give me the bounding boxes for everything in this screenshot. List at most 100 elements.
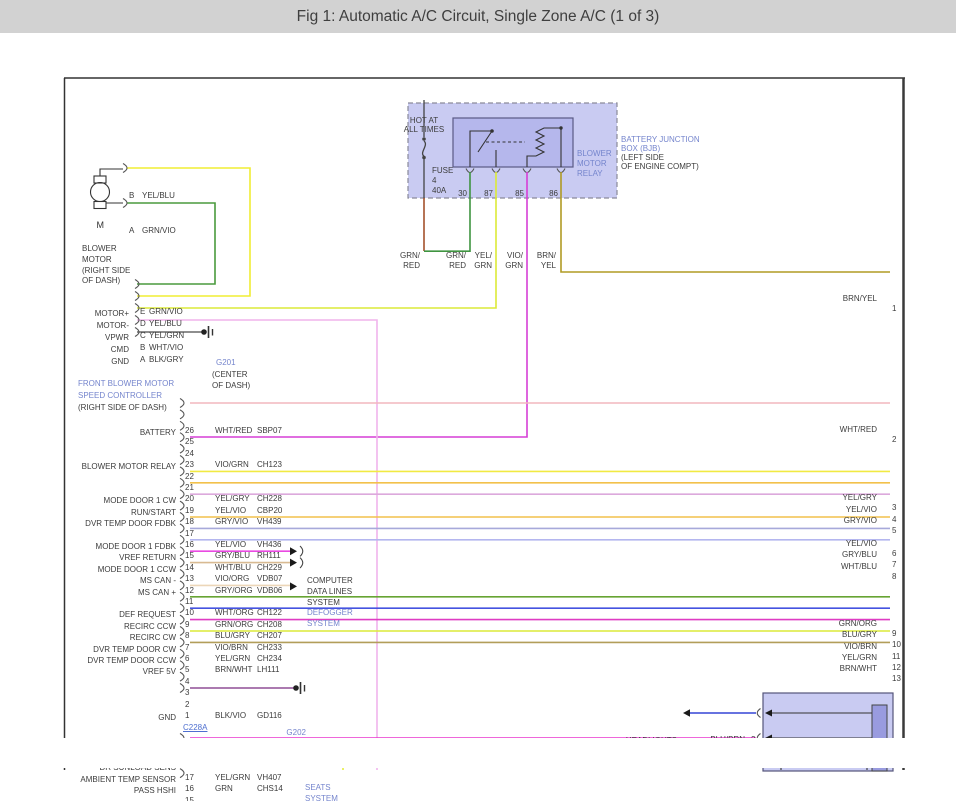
continuation-number: 1 <box>892 304 896 314</box>
relay-name-1: BLOWER <box>577 149 612 159</box>
computer-system-2: DATA LINES <box>307 587 352 597</box>
blower-motor-relay-box <box>453 118 573 167</box>
pin-letter: C <box>140 331 146 341</box>
wire-color-label: WHT/ORG <box>215 608 254 618</box>
pin-number: 10 <box>185 608 194 618</box>
pin-number: 17 <box>185 773 194 783</box>
pin-letter: A <box>140 355 145 365</box>
wire-color-label: RED <box>449 261 466 271</box>
motor-symbol <box>91 169 124 209</box>
wire-color-label: BLU/GRY <box>842 630 877 640</box>
continuation-number: 8 <box>892 572 896 582</box>
circuit-code: CH229 <box>257 563 282 573</box>
circuit-code: SBP07 <box>257 426 282 436</box>
relay-pin-85: 85 <box>515 189 524 199</box>
pin-function-label: VPWR <box>105 333 129 343</box>
continuation-number: 4 <box>892 515 896 525</box>
wire-grn-vio-motor <box>127 203 215 284</box>
circuit-code: VDB07 <box>257 574 282 584</box>
continuation-number: 5 <box>892 526 896 536</box>
circuit-code: CH233 <box>257 643 282 653</box>
diagram-canvas: HOT AT ALL TIMES FUSE 4 40A BLOWER MOTOR… <box>0 33 956 801</box>
wire-color-label: GRN/ <box>400 251 420 261</box>
pin-number: 5 <box>185 665 189 675</box>
wiring-svg <box>0 33 956 801</box>
pin-number: 14 <box>185 563 194 573</box>
wire-color-label: YEL/VIO <box>846 539 877 549</box>
relay-name-3: RELAY <box>577 169 603 179</box>
wire-brn-yel-86-tap1 <box>561 172 890 272</box>
relay-pin-sockets <box>466 169 565 173</box>
wire-color-label: GRY/BLU <box>842 550 877 560</box>
wire-color-label: YEL/GRN <box>149 331 184 341</box>
pin-function-label: MOTOR- <box>97 321 129 331</box>
pin-function-label: RECIRC CCW <box>124 622 176 632</box>
wire-color-label: GRN/VIO <box>149 307 183 317</box>
pin-function-label: RECIRC CW <box>130 633 176 643</box>
wire-color-label: GRN <box>474 261 492 271</box>
circuit-code: CH228 <box>257 494 282 504</box>
pin-number: 17 <box>185 529 194 539</box>
connector-link-c228a[interactable]: C228A <box>183 723 207 733</box>
wire-vio-grn-85-pin23 <box>190 172 527 437</box>
pin-function-label: MOTOR+ <box>95 309 129 319</box>
pin-function-label: VREF RETURN <box>119 553 176 563</box>
controller-name-2: SPEED CONTROLLER <box>78 391 162 401</box>
circuit-code: GD116 <box>257 711 282 721</box>
pin-function-label: AMBIENT TEMP SENSOR <box>80 775 176 785</box>
arrow-ms-can-plus <box>290 559 297 567</box>
defogger-system-1: DEFOGGER <box>307 608 353 618</box>
pin-function-label: PASS HSHI <box>134 786 176 796</box>
fuse-label: FUSE <box>432 166 453 176</box>
wire-color-label: VIO/ORG <box>215 574 249 584</box>
g201-loc-1: (CENTER <box>212 370 248 380</box>
wire-color-label: WHT/RED <box>840 425 877 435</box>
wire-color-label: YEL/VIO <box>215 540 246 550</box>
pin-number: 12 <box>185 586 194 596</box>
motor-loc-2: OF DASH) <box>82 276 120 286</box>
relay-pin-87: 87 <box>484 189 493 199</box>
relay-pin-86: 86 <box>549 189 558 199</box>
pin-number: 26 <box>185 426 194 436</box>
pin-number: 15 <box>185 551 194 561</box>
pin-function-label: DVR TEMP DOOR CW <box>93 645 176 655</box>
pin-function-label: DEF REQUEST <box>119 610 176 620</box>
wire-color-label: BRN/YEL <box>843 294 877 304</box>
wire-color-label: WHT/RED <box>215 426 252 436</box>
wire-color-label: YEL/GRN <box>842 653 877 663</box>
wire-color-label: VIO/BRN <box>215 643 248 653</box>
pin-number: 8 <box>185 631 189 641</box>
pin-letter: B <box>140 343 145 353</box>
circuit-code: CHS14 <box>257 784 283 794</box>
wire-color-label: BRN/ <box>537 251 556 261</box>
pin-function-label: MODE DOOR 1 FDBK <box>96 542 176 552</box>
pin-number: 18 <box>185 517 194 527</box>
pin-function-label: MODE DOOR 1 CCW <box>98 565 176 575</box>
continuation-number: 2 <box>892 435 896 445</box>
wire-color-label: VIO/GRN <box>215 460 249 470</box>
circuit-code: CH123 <box>257 460 282 470</box>
wire-color-label: GRY/ORG <box>215 586 253 596</box>
continuation-number: 7 <box>892 560 896 570</box>
continuation-number: 6 <box>892 549 896 559</box>
circuit-code: CH207 <box>257 631 282 641</box>
ground-g201-label: G201 <box>216 358 236 368</box>
circuit-code: CH122 <box>257 608 282 618</box>
pin-number: 19 <box>185 506 194 516</box>
figure-title-bar: Fig 1: Automatic A/C Circuit, Single Zon… <box>0 0 956 33</box>
continuation-number: 12 <box>892 663 901 673</box>
wire-color-label: YEL/BLU <box>142 191 175 201</box>
circuit-code: VDB06 <box>257 586 282 596</box>
wire-color-label: WHT/BLU <box>841 562 877 572</box>
wire-color-label: GRY/VIO <box>844 516 877 526</box>
motor-name-2: MOTOR <box>82 255 112 265</box>
pin-number: 16 <box>185 784 194 794</box>
pin-number: 16 <box>185 540 194 550</box>
circuit-code: CBP20 <box>257 506 282 516</box>
pin-letter: A <box>129 226 134 236</box>
circuit-code: CH208 <box>257 620 282 630</box>
relay-pin-30: 30 <box>458 189 467 199</box>
wire-color-label: YEL/GRY <box>215 494 250 504</box>
viewport-crop <box>0 738 956 768</box>
wire-color-label: VIO/ <box>507 251 523 261</box>
